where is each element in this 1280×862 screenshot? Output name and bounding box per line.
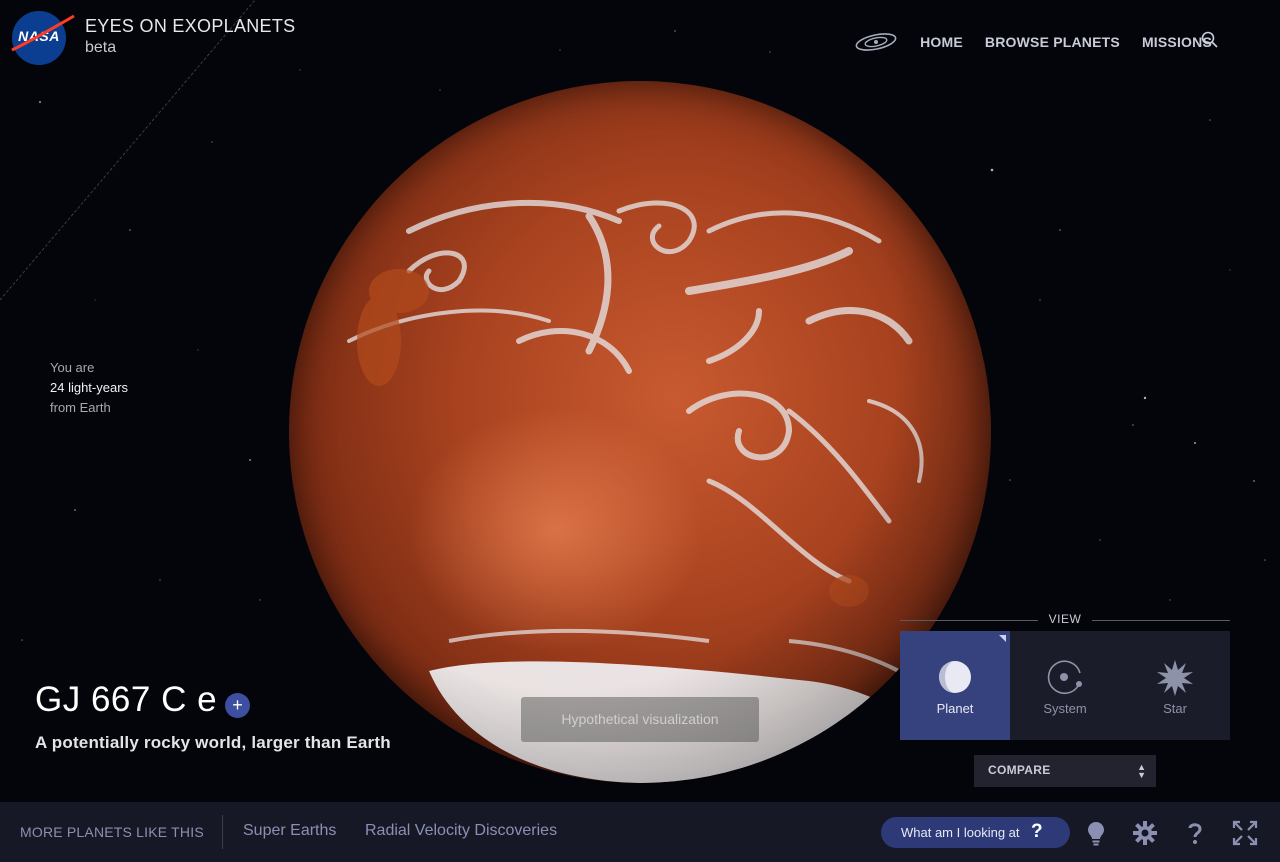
- planet-description: A potentially rocky world, larger than E…: [35, 733, 391, 752]
- view-selector: Planet System Star: [900, 631, 1230, 740]
- compare-label: COMPARE: [988, 763, 1051, 777]
- sort-arrows-icon: ▲ ▼: [1137, 762, 1146, 780]
- distance-readout: You are 24 light-years from Earth: [50, 358, 128, 418]
- planet-shading: [289, 81, 991, 783]
- view-planet-button[interactable]: Planet: [900, 631, 1010, 740]
- view-planet-label: Planet: [936, 701, 974, 716]
- view-system-label: System: [1043, 701, 1087, 716]
- view-heading: VIEW: [1048, 612, 1082, 626]
- view-system-button[interactable]: System: [1010, 631, 1120, 740]
- category-radial-velocity[interactable]: Radial Velocity Discoveries: [365, 822, 557, 840]
- view-divider-left: [900, 620, 1038, 621]
- settings-icon[interactable]: [1132, 820, 1158, 846]
- compare-dropdown[interactable]: COMPARE ▲ ▼: [974, 755, 1156, 787]
- search-icon[interactable]: [1200, 30, 1220, 50]
- distance-suffix: from Earth: [50, 400, 111, 415]
- question-icon: ?: [1031, 821, 1043, 842]
- fullscreen-icon[interactable]: [1232, 820, 1258, 846]
- lightbulb-icon[interactable]: [1083, 820, 1109, 846]
- planet-name: GJ 667 C e: [35, 680, 218, 719]
- star-icon: [1157, 660, 1193, 696]
- nav-browse-planets[interactable]: BROWSE PLANETS: [985, 34, 1120, 50]
- distance-value: 24 light-years: [50, 380, 129, 395]
- top-nav: HOME BROWSE PLANETS MISSIONS: [854, 31, 1212, 53]
- planet-icon: [939, 661, 971, 693]
- app-title[interactable]: EYES ON EXOPLANETS: [85, 16, 295, 37]
- hypothetical-label: Hypothetical visualization: [561, 711, 719, 727]
- galaxy-icon[interactable]: [854, 31, 898, 53]
- view-star-label: Star: [1163, 701, 1187, 716]
- what-am-i-looking-at-label: What am I looking at: [901, 825, 1020, 840]
- add-planet-button[interactable]: +: [225, 693, 250, 718]
- what-am-i-looking-at-button[interactable]: What am I looking at ?: [881, 817, 1070, 848]
- system-icon: [1047, 660, 1082, 695]
- view-divider-right: [1092, 620, 1230, 621]
- category-super-earths[interactable]: Super Earths: [243, 822, 336, 840]
- more-planets-label: MORE PLANETS LIKE THIS: [20, 824, 204, 840]
- bottom-divider: [222, 815, 223, 849]
- help-icon[interactable]: [1182, 820, 1208, 846]
- distance-prefix: You are: [50, 360, 95, 375]
- hypothetical-badge: Hypothetical visualization: [521, 697, 759, 742]
- active-corner-indicator: [999, 635, 1006, 642]
- bottom-bar: MORE PLANETS LIKE THIS Super Earths Radi…: [0, 802, 1280, 862]
- nasa-swoosh-icon: [11, 14, 75, 52]
- view-star-button[interactable]: Star: [1120, 631, 1230, 740]
- app-subtitle: beta: [85, 39, 117, 56]
- planet-visualization[interactable]: [289, 81, 991, 783]
- nav-home[interactable]: HOME: [920, 34, 963, 50]
